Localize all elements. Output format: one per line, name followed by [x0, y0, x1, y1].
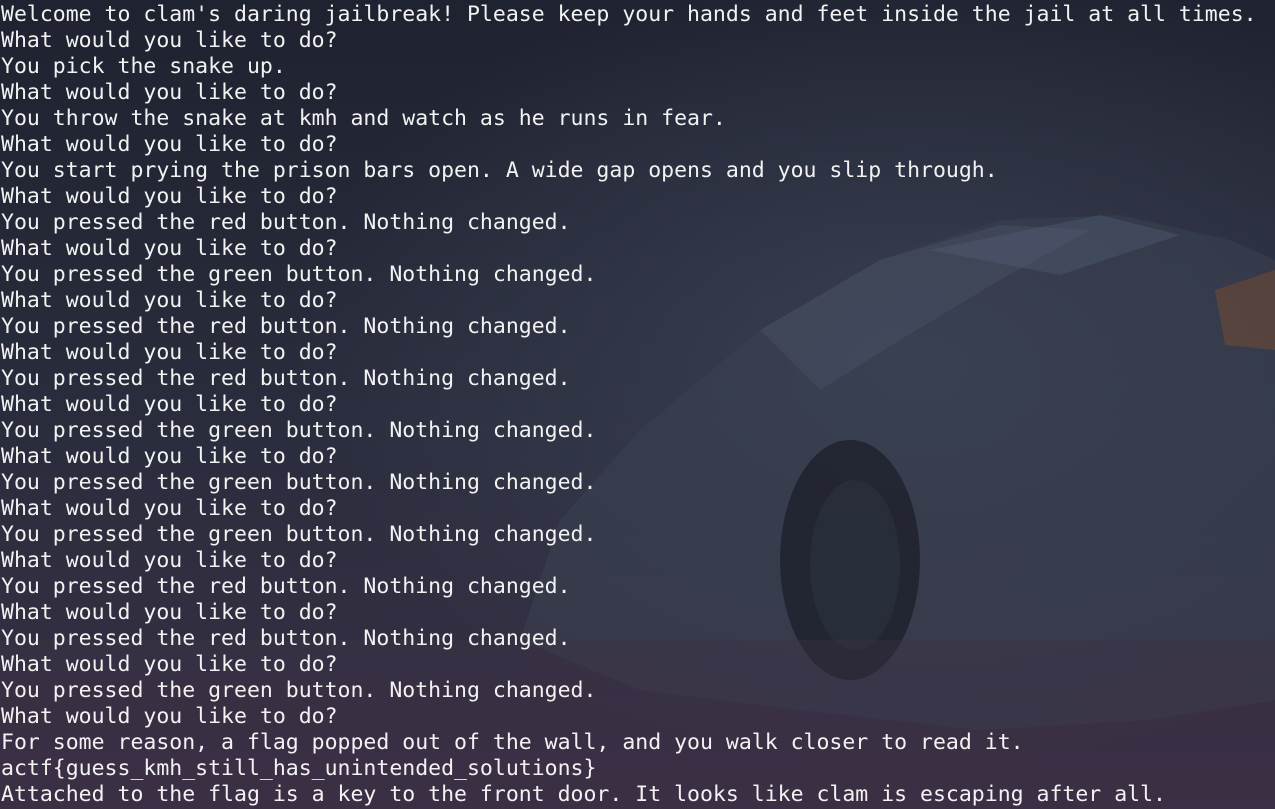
terminal-line: For some reason, a flag popped out of th…: [1, 730, 1024, 755]
terminal-line: What would you like to do?: [1, 28, 338, 53]
terminal-line: You pressed the red button. Nothing chan…: [1, 210, 571, 235]
terminal-line: What would you like to do?: [1, 236, 338, 261]
terminal-line: You pick the snake up.: [1, 54, 286, 79]
flag-line: actf{guess_kmh_still_has_unintended_solu…: [1, 756, 597, 781]
terminal-line: What would you like to do?: [1, 548, 338, 573]
terminal-line: What would you like to do?: [1, 340, 338, 365]
terminal-line: You pressed the green button. Nothing ch…: [1, 522, 597, 547]
terminal-line: You throw the snake at kmh and watch as …: [1, 106, 726, 131]
terminal-line: What would you like to do?: [1, 600, 338, 625]
terminal-line: Welcome to clam's daring jailbreak! Plea…: [1, 2, 1257, 27]
terminal-line: What would you like to do?: [1, 288, 338, 313]
terminal-line: What would you like to do?: [1, 132, 338, 157]
terminal-line: What would you like to do?: [1, 184, 338, 209]
terminal-output[interactable]: Welcome to clam's daring jailbreak! Plea…: [0, 0, 1275, 809]
terminal-line: You pressed the red button. Nothing chan…: [1, 574, 571, 599]
terminal-line: What would you like to do?: [1, 392, 338, 417]
terminal-line: What would you like to do?: [1, 80, 338, 105]
terminal-line: You pressed the green button. Nothing ch…: [1, 470, 597, 495]
terminal-line: What would you like to do?: [1, 652, 338, 677]
terminal-line: What would you like to do?: [1, 444, 338, 469]
terminal-line: You pressed the green button. Nothing ch…: [1, 678, 597, 703]
terminal-line: You pressed the red button. Nothing chan…: [1, 366, 571, 391]
terminal-line: What would you like to do?: [1, 496, 338, 521]
terminal-line: You start prying the prison bars open. A…: [1, 158, 998, 183]
terminal-line: You pressed the red button. Nothing chan…: [1, 626, 571, 651]
terminal-line: You pressed the red button. Nothing chan…: [1, 314, 571, 339]
terminal-line: You pressed the green button. Nothing ch…: [1, 262, 597, 287]
terminal-line: What would you like to do?: [1, 704, 338, 729]
terminal-line: Attached to the flag is a key to the fro…: [1, 782, 1166, 807]
terminal-line: You pressed the green button. Nothing ch…: [1, 418, 597, 443]
